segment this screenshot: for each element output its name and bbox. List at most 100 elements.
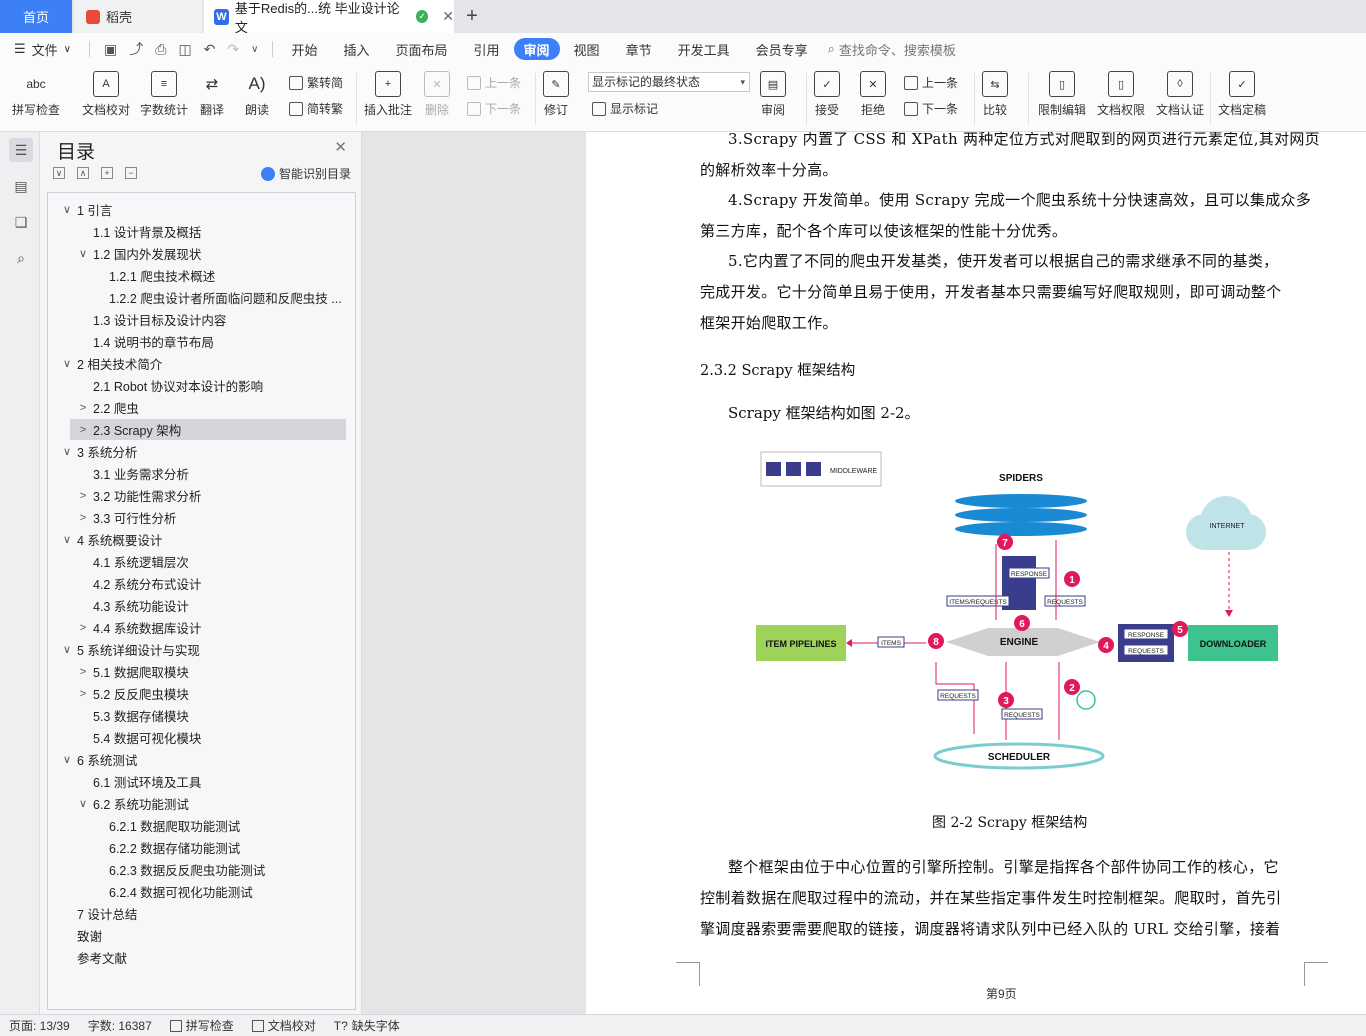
menu-review[interactable]: 审阅: [513, 38, 560, 60]
insert-comment-button[interactable]: + 插入批注: [364, 71, 412, 118]
toc-item[interactable]: >3.3 可行性分析: [76, 507, 177, 528]
chevron-right-icon[interactable]: >: [76, 666, 90, 678]
page-indicator[interactable]: 页面: 13/39: [0, 1017, 79, 1034]
document-page[interactable]: 3.Scrapy 内置了 CSS 和 XPath 两种定位方式对爬取到的网页进行…: [586, 132, 1366, 1014]
chevron-down-icon[interactable]: ∨: [60, 445, 74, 458]
toc-item[interactable]: ∨ 4 系统概要设计: [60, 529, 162, 550]
bookmark-icon[interactable]: ❑: [9, 210, 33, 234]
toc-item[interactable]: ∨ 1 引言: [60, 199, 112, 220]
toc-item[interactable]: >4.4 系统数据库设计: [76, 617, 202, 638]
command-search[interactable]: ⌕ 查找命令、搜索模板: [828, 40, 956, 59]
menu-member[interactable]: 会员专享: [746, 38, 818, 60]
toc-item[interactable]: 1.1 设计背景及概括: [76, 221, 201, 242]
reject-button[interactable]: ✕ 拒绝: [860, 71, 886, 118]
menu-start[interactable]: 开始: [281, 38, 327, 60]
review-pane-button[interactable]: ▤ 审阅: [760, 71, 786, 118]
undo-icon[interactable]: ↶: [198, 41, 222, 58]
trad-to-simp-button[interactable]: 繁转简: [289, 74, 343, 91]
doc-permission-button[interactable]: ▯ 文档权限: [1097, 71, 1145, 118]
toc-item[interactable]: 6.2.2 数据存储功能测试: [92, 837, 240, 858]
toc-item[interactable]: 3.1 业务需求分析: [76, 463, 189, 484]
toc-item[interactable]: 5.3 数据存储模块: [76, 705, 189, 726]
chevron-right-icon[interactable]: >: [76, 402, 90, 414]
close-tab-icon[interactable]: ✕: [442, 8, 454, 25]
menu-reference[interactable]: 引用: [464, 38, 510, 60]
menu-chapter[interactable]: 章节: [616, 38, 662, 60]
toc-item[interactable]: 1.2.1 爬虫技术概述: [92, 265, 215, 286]
toc-item[interactable]: >2.2 爬虫: [76, 397, 139, 418]
chevron-right-icon[interactable]: >: [76, 512, 90, 524]
save-icon[interactable]: ▣: [98, 41, 123, 58]
add-heading-icon[interactable]: +: [101, 167, 113, 179]
print-preview-icon[interactable]: ◫: [172, 41, 197, 58]
search-icon[interactable]: ⌕: [9, 246, 33, 270]
toc-item[interactable]: 6.1 测试环境及工具: [76, 771, 201, 792]
toc-item[interactable]: ∨ 6.2 系统功能测试: [76, 793, 189, 814]
menu-view[interactable]: 视图: [564, 38, 610, 60]
chevron-right-icon[interactable]: >: [76, 622, 90, 634]
word-count-indicator[interactable]: 字数: 16387: [79, 1017, 161, 1034]
chevron-down-icon[interactable]: ∨: [60, 533, 74, 546]
collapse-all-icon[interactable]: ∧: [77, 167, 89, 179]
toc-item[interactable]: 2.1 Robot 协议对本设计的影响: [76, 375, 263, 396]
next-change-button[interactable]: 下一条: [904, 100, 958, 117]
smart-toc-button[interactable]: 智能识别目录: [260, 165, 351, 182]
show-markup-button[interactable]: 显示标记: [592, 100, 658, 117]
next-comment-button[interactable]: 下一条: [467, 100, 521, 117]
word-count-button[interactable]: ≡ 字数统计: [140, 71, 188, 118]
translate-button[interactable]: ⇄ 翻译: [199, 71, 225, 118]
chevron-down-icon[interactable]: ∨: [76, 797, 90, 810]
print-icon[interactable]: ⎙: [149, 41, 172, 58]
chevron-down-icon[interactable]: ∨: [60, 203, 74, 216]
markup-state-select[interactable]: 显示标记的最终状态 ▾: [588, 72, 750, 92]
chevron-right-icon[interactable]: >: [76, 490, 90, 502]
redo-icon[interactable]: ↷: [221, 41, 245, 58]
toc-item[interactable]: 5.4 数据可视化模块: [76, 727, 201, 748]
toc-item[interactable]: 6.2.3 数据反反爬虫功能测试: [92, 859, 265, 880]
toc-item[interactable]: ∨ 1.2 国内外发展现状: [76, 243, 201, 264]
toc-item[interactable]: ∨ 3 系统分析: [60, 441, 137, 462]
track-changes-button[interactable]: ✎ 修订: [543, 71, 569, 118]
toc-item[interactable]: >2.3 Scrapy 架构: [70, 419, 346, 440]
delete-comment-button[interactable]: ✕ 删除: [424, 71, 450, 118]
toc-item[interactable]: 6.2.1 数据爬取功能测试: [92, 815, 240, 836]
toc-item[interactable]: >5.1 数据爬取模块: [76, 661, 189, 682]
close-icon[interactable]: ✕: [334, 138, 347, 156]
toc-item[interactable]: 参考文献: [60, 947, 127, 968]
tab-daoke[interactable]: 稻壳: [74, 0, 202, 33]
expand-all-icon[interactable]: ∨: [53, 167, 65, 179]
toc-item[interactable]: >5.2 反反爬虫模块: [76, 683, 189, 704]
chevron-down-icon[interactable]: ∨: [60, 753, 74, 766]
customize-icon[interactable]: ∨: [245, 44, 264, 55]
toc-item[interactable]: ∨ 5 系统详细设计与实现: [60, 639, 200, 660]
restrict-edit-button[interactable]: ▯ 限制编辑: [1038, 71, 1086, 118]
chevron-down-icon[interactable]: ∨: [60, 357, 74, 370]
chevron-down-icon[interactable]: ∨: [76, 247, 90, 260]
toc-item[interactable]: 致谢: [60, 925, 102, 946]
chevron-right-icon[interactable]: >: [76, 688, 90, 700]
toc-item[interactable]: ∨ 6 系统测试: [60, 749, 137, 770]
toc-item[interactable]: 6.2.4 数据可视化功能测试: [92, 881, 253, 902]
read-aloud-button[interactable]: A) 朗读: [244, 71, 270, 118]
chapter-nav-icon[interactable]: ▤: [9, 174, 33, 198]
missing-font-button[interactable]: T? 缺失字体: [325, 1017, 409, 1034]
tab-home[interactable]: 首页: [0, 0, 72, 33]
menu-dev-tools[interactable]: 开发工具: [668, 38, 740, 60]
doc-cert-button[interactable]: ◊ 文档认证: [1156, 71, 1204, 118]
toc-item[interactable]: 1.3 设计目标及设计内容: [76, 309, 226, 330]
file-menu[interactable]: ☰ 文件 ∨: [0, 38, 81, 60]
status-proof[interactable]: 文档校对: [243, 1017, 325, 1034]
menu-page-layout[interactable]: 页面布局: [386, 38, 458, 60]
remove-heading-icon[interactable]: −: [125, 167, 137, 179]
toc-item[interactable]: 7 设计总结: [60, 903, 137, 924]
toc-panel-icon[interactable]: ☰: [9, 138, 33, 162]
toc-item[interactable]: >3.2 功能性需求分析: [76, 485, 202, 506]
toc-item[interactable]: ∨ 2 相关技术简介: [60, 353, 162, 374]
chevron-right-icon[interactable]: >: [76, 424, 90, 436]
toc-item[interactable]: 1.2.2 爬虫设计者所面临问题和反爬虫技 ...: [92, 287, 342, 308]
toc-item[interactable]: 4.3 系统功能设计: [76, 595, 189, 616]
chevron-down-icon[interactable]: ∨: [60, 643, 74, 656]
prev-comment-button[interactable]: 上一条: [467, 74, 521, 91]
toc-item[interactable]: 4.2 系统分布式设计: [76, 573, 201, 594]
prev-change-button[interactable]: 上一条: [904, 74, 958, 91]
